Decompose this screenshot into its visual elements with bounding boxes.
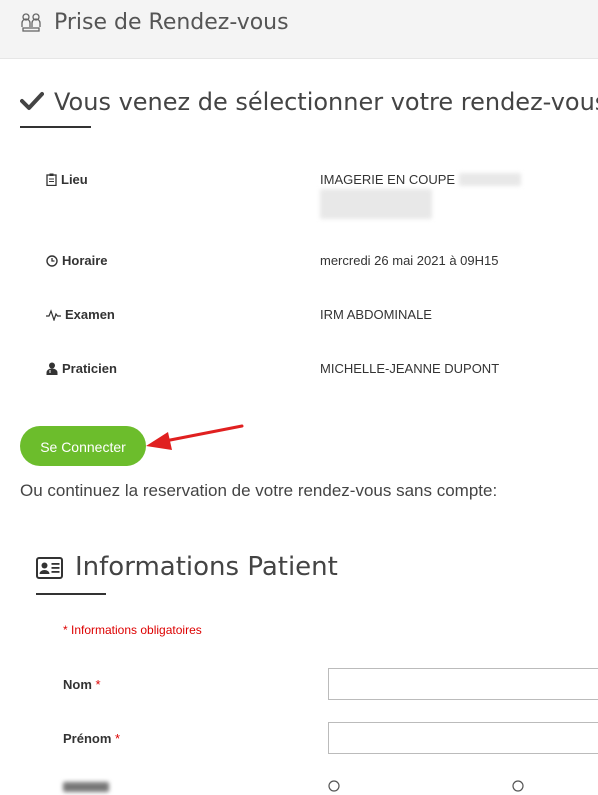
selection-title: Vous venez de sélectionner votre rendez-… bbox=[20, 88, 598, 116]
required-fields-note: * Informations obligatoires bbox=[63, 623, 202, 637]
heartbeat-icon bbox=[46, 309, 61, 322]
patient-info-title: Informations Patient bbox=[36, 552, 338, 582]
doctor-patient-icon bbox=[21, 13, 41, 32]
continue-without-account-text: Ou continuez la reservation de votre ren… bbox=[20, 481, 498, 500]
clock-icon bbox=[46, 255, 58, 267]
detail-value: IMAGERIE EN COUPE bbox=[320, 172, 521, 222]
checkmark-icon bbox=[20, 92, 44, 110]
title-underline bbox=[36, 593, 106, 595]
detail-value: mercredi 26 mai 2021 à 09H15 bbox=[320, 253, 499, 268]
radio-icon bbox=[512, 780, 524, 792]
red-arrow-icon bbox=[146, 424, 244, 450]
selection-title-text: Vous venez de sélectionner votre rendez-… bbox=[54, 88, 598, 116]
detail-label: Praticien bbox=[46, 361, 117, 376]
detail-value: MICHELLE-JEANNE DUPONT bbox=[320, 361, 500, 376]
clipboard-icon bbox=[46, 173, 57, 187]
detail-value: IRM ABDOMINALE bbox=[320, 307, 432, 322]
nom-input[interactable] bbox=[328, 668, 598, 700]
prenom-input[interactable] bbox=[328, 722, 598, 754]
header-bar: Prise de Rendez-vous bbox=[0, 0, 598, 59]
detail-label: Horaire bbox=[46, 253, 108, 268]
nom-label: Nom * bbox=[63, 677, 101, 692]
page-title: Prise de Rendez-vous bbox=[54, 10, 289, 35]
patient-info-title-text: Informations Patient bbox=[75, 552, 338, 582]
detail-label: Examen bbox=[46, 307, 115, 322]
prenom-label: Prénom * bbox=[63, 731, 121, 746]
doctor-icon bbox=[46, 362, 58, 375]
radio-icon bbox=[328, 780, 340, 792]
detail-label: Lieu bbox=[46, 172, 88, 187]
title-underline bbox=[20, 126, 91, 128]
redacted-text bbox=[320, 189, 432, 219]
connect-button[interactable]: Se Connecter bbox=[20, 426, 146, 466]
redacted-text bbox=[458, 173, 521, 186]
id-card-icon bbox=[36, 557, 63, 579]
